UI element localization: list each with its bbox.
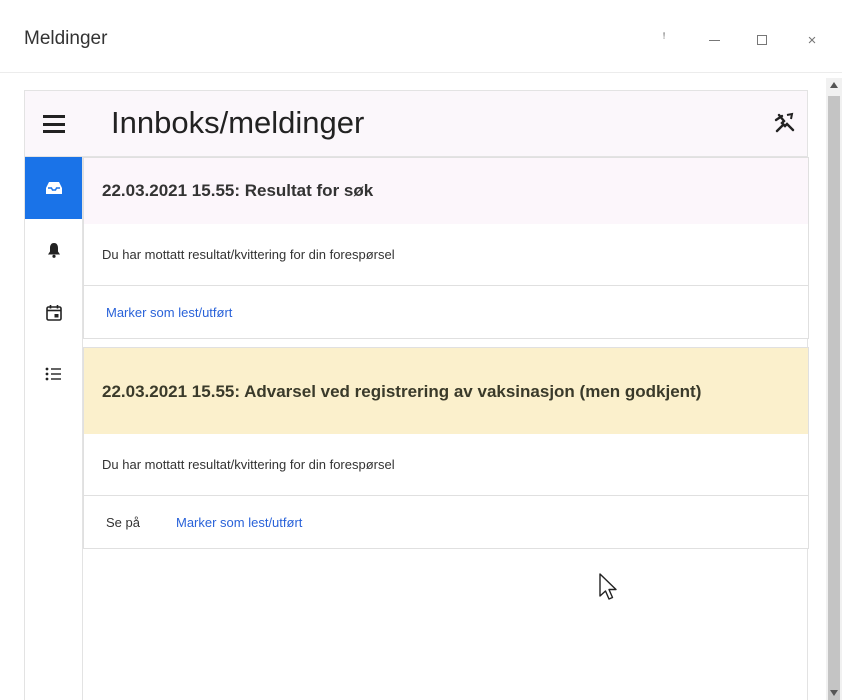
minimize-icon	[708, 39, 720, 41]
inbox-panel: Innboks/meldinger 22.03.2021 15.55: Resu…	[24, 90, 809, 700]
panel-header: Innboks/meldinger	[25, 91, 807, 157]
unpin-icon[interactable]	[773, 111, 797, 135]
maximize-button[interactable]	[742, 26, 782, 54]
bell-icon	[47, 243, 60, 258]
sidebar-item-inbox[interactable]	[25, 157, 82, 219]
titlebar-divider	[0, 72, 842, 73]
scroll-up-icon[interactable]	[830, 82, 838, 88]
list-icon	[45, 367, 61, 381]
close-icon: ×	[807, 31, 817, 49]
message-actions: Se på Marker som lest/utført	[84, 496, 808, 548]
mark-read-link[interactable]: Marker som lest/utført	[176, 515, 302, 530]
scrollbar-thumb[interactable]	[828, 96, 840, 700]
message-card-warning: 22.03.2021 15.55: Advarsel ved registrer…	[83, 347, 809, 549]
mark-read-link[interactable]: Marker som lest/utført	[106, 305, 232, 320]
sidebar-item-notifications[interactable]	[25, 219, 82, 281]
close-button[interactable]: ×	[792, 26, 832, 54]
window-titlebar: Meldinger ꜝ ×	[0, 0, 842, 72]
message-body: Du har mottatt resultat/kvittering for d…	[84, 224, 808, 286]
message-title: 22.03.2021 15.55: Advarsel ved registrer…	[84, 348, 808, 434]
view-button[interactable]: Se på	[106, 515, 140, 530]
side-navigation	[25, 157, 83, 700]
message-title: 22.03.2021 15.55: Resultat for søk	[84, 158, 808, 224]
message-card-info: 22.03.2021 15.55: Resultat for søk Du ha…	[83, 157, 809, 339]
message-actions: Marker som lest/utført	[84, 286, 808, 338]
calendar-icon	[45, 304, 62, 321]
minimize-button[interactable]	[694, 26, 734, 54]
pin-icon: ꜝ	[662, 33, 666, 47]
message-list: 22.03.2021 15.55: Resultat for søk Du ha…	[83, 157, 809, 700]
sidebar-item-list[interactable]	[25, 343, 82, 405]
inbox-icon	[45, 182, 62, 194]
mouse-cursor-icon	[599, 573, 617, 600]
pin-window-button[interactable]: ꜝ	[644, 26, 684, 54]
hamburger-icon[interactable]	[43, 115, 65, 133]
maximize-icon	[757, 35, 767, 45]
page-title: Innboks/meldinger	[111, 105, 365, 140]
sidebar-item-calendar[interactable]	[25, 281, 82, 343]
scroll-down-icon[interactable]	[830, 690, 838, 696]
message-body: Du har mottatt resultat/kvittering for d…	[84, 434, 808, 496]
vertical-scrollbar[interactable]	[826, 78, 842, 700]
window-title: Meldinger	[24, 28, 108, 49]
